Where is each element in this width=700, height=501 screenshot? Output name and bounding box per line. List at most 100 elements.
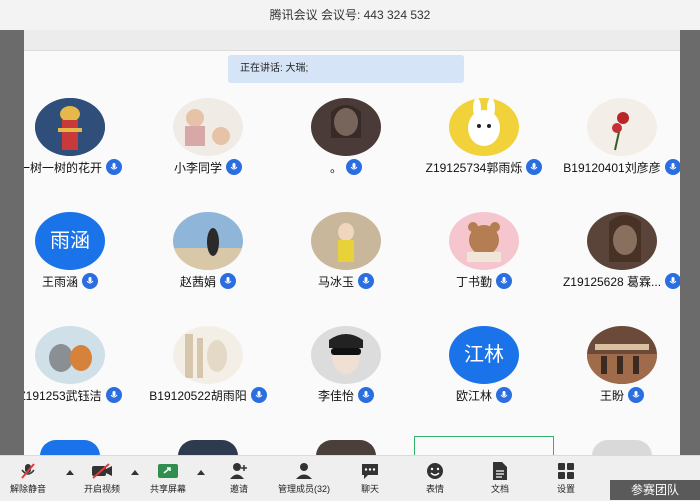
participant-name-row: 小李同学 bbox=[138, 158, 278, 176]
mic-icon bbox=[220, 273, 236, 289]
participant-tile[interactable]: 马冰玉 bbox=[276, 212, 416, 312]
documents-button[interactable]: 文档 bbox=[472, 460, 528, 498]
mic-icon bbox=[250, 387, 267, 403]
avatar bbox=[587, 212, 657, 270]
invite-button[interactable]: 邀请 bbox=[211, 460, 267, 498]
avatar bbox=[173, 98, 243, 156]
chat-icon bbox=[342, 460, 398, 482]
mic-icon bbox=[628, 387, 644, 403]
participant-name: 小李同学 bbox=[173, 160, 222, 175]
settings-button[interactable]: 设置 bbox=[538, 460, 594, 498]
participant-tile[interactable]: Z19125628 葛霖... bbox=[552, 212, 692, 312]
participant-name: 李佳怡 bbox=[317, 388, 354, 403]
avatar bbox=[587, 326, 657, 384]
manage-members-label: 管理成员(32) bbox=[277, 484, 330, 494]
participant-name-row: 欧江林 bbox=[414, 386, 554, 404]
participant-tile[interactable]: 李佳怡 bbox=[276, 326, 416, 426]
mic-icon bbox=[496, 387, 512, 403]
avatar: 江林 bbox=[449, 326, 519, 384]
participant-tile-partial[interactable] bbox=[316, 440, 376, 456]
participant-tile[interactable]: 。 bbox=[276, 98, 416, 198]
speaking-indicator: 正在讲话: 大瑞; bbox=[228, 55, 464, 83]
video-off-icon bbox=[74, 460, 130, 482]
participant-name-row: 。 bbox=[276, 158, 416, 176]
participant-name: 王盼 bbox=[599, 388, 624, 403]
mic-icon bbox=[496, 273, 512, 289]
participant-tile[interactable]: 赵茜娟 bbox=[138, 212, 278, 312]
participant-name-row: 王盼 bbox=[552, 386, 692, 404]
start-video-button[interactable]: 开启视频 bbox=[74, 460, 130, 498]
participant-name-row: 马冰玉 bbox=[276, 272, 416, 290]
participant-name: 马冰玉 bbox=[317, 274, 354, 289]
participant-name-row: Z19125734郭雨烁 bbox=[414, 158, 554, 176]
participant-name: 王雨涵 bbox=[41, 274, 78, 289]
manage-members-button[interactable]: 管理成员(32) bbox=[276, 460, 332, 498]
share-screen-label: 共享屏幕 bbox=[149, 484, 186, 494]
avatar bbox=[173, 326, 243, 384]
audio-options-caret[interactable] bbox=[66, 470, 74, 475]
avatar bbox=[449, 98, 519, 156]
participant-name: 赵茜娟 bbox=[179, 274, 216, 289]
share-options-caret[interactable] bbox=[197, 470, 205, 475]
add-user-icon bbox=[211, 460, 267, 482]
share-screen-icon bbox=[140, 460, 196, 482]
mic-icon bbox=[358, 387, 374, 403]
document-icon bbox=[472, 460, 528, 482]
left-overlay bbox=[0, 30, 24, 485]
avatar bbox=[449, 212, 519, 270]
mic-icon bbox=[664, 159, 681, 175]
participant-tile[interactable]: 丁书勤 bbox=[414, 212, 554, 312]
invite-label: 邀请 bbox=[229, 484, 248, 494]
mic-icon bbox=[526, 159, 543, 175]
unmute-button[interactable]: 解除静音 bbox=[0, 460, 56, 498]
meeting-window: 腾讯会议 会议号: 443 324 532 正在讲话: 大瑞; 一树一树的花开 bbox=[0, 0, 700, 501]
settings-label: 设置 bbox=[556, 484, 575, 494]
unmute-label: 解除静音 bbox=[9, 484, 46, 494]
avatar: 雨涵 bbox=[35, 212, 105, 270]
start-video-label: 开启视频 bbox=[83, 484, 120, 494]
participant-name: B19120401刘彦彦 bbox=[563, 160, 661, 175]
avatar bbox=[35, 326, 105, 384]
mic-icon bbox=[226, 159, 242, 175]
avatar bbox=[35, 98, 105, 156]
participant-name: 欧江林 bbox=[455, 388, 492, 403]
participant-name: B19120522胡雨阳 bbox=[149, 388, 247, 403]
share-screen-button[interactable]: 共享屏幕 bbox=[140, 460, 196, 498]
participant-tile-partial[interactable] bbox=[592, 440, 652, 456]
participant-tile[interactable]: B19120401刘彦彦 bbox=[552, 98, 692, 198]
mic-icon bbox=[82, 273, 98, 289]
participant-name-row: 丁书勤 bbox=[414, 272, 554, 290]
participant-name: 一树一树的花开 bbox=[17, 160, 102, 175]
members-icon bbox=[276, 460, 332, 482]
participant-tile[interactable]: 江林 欧江林 bbox=[414, 326, 554, 426]
participant-tile[interactable]: 王盼 bbox=[552, 326, 692, 426]
participant-tile-partial[interactable] bbox=[40, 440, 100, 456]
mic-icon bbox=[106, 159, 122, 175]
mic-icon bbox=[358, 273, 374, 289]
meeting-toolbar: 解除静音 开启视频 共享屏幕 邀请 管理成员(32) 聊天 表情 文档 设置 bbox=[0, 455, 700, 501]
mic-icon bbox=[105, 387, 122, 403]
reactions-label: 表情 bbox=[425, 484, 444, 494]
mic-muted-icon bbox=[0, 460, 56, 482]
video-options-caret[interactable] bbox=[131, 470, 139, 475]
avatar bbox=[311, 326, 381, 384]
documents-label: 文档 bbox=[490, 484, 509, 494]
participant-name: 。 bbox=[329, 160, 342, 175]
participant-name-row: 赵茜娟 bbox=[138, 272, 278, 290]
mic-icon bbox=[665, 273, 682, 289]
reactions-button[interactable]: 表情 bbox=[407, 460, 463, 498]
participants-panel-label: 参赛团队 bbox=[610, 480, 700, 500]
participant-name: Z19125734郭雨烁 bbox=[425, 160, 523, 175]
participant-name-row: 李佳怡 bbox=[276, 386, 416, 404]
chat-button[interactable]: 聊天 bbox=[342, 460, 398, 498]
participant-tile-partial[interactable] bbox=[178, 440, 238, 456]
smiley-icon bbox=[407, 460, 463, 482]
avatar bbox=[587, 98, 657, 156]
participant-tile[interactable]: Z19125734郭雨烁 bbox=[414, 98, 554, 198]
chat-label: 聊天 bbox=[360, 484, 379, 494]
window-title: 腾讯会议 会议号: 443 324 532 bbox=[0, 0, 700, 30]
title-subbar bbox=[0, 30, 700, 51]
right-overlay bbox=[680, 30, 700, 485]
participant-tile[interactable]: 小李同学 bbox=[138, 98, 278, 198]
participant-tile[interactable]: B19120522胡雨阳 bbox=[138, 326, 278, 426]
